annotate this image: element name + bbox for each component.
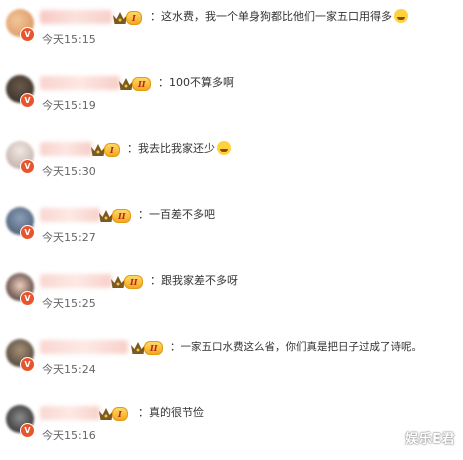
- comment-item: V II ：100不算多啊 今天15:19: [0, 66, 463, 130]
- comment-item: V II ：一百差不多吧 今天15:27: [0, 198, 463, 262]
- username-blurred[interactable]: [40, 10, 112, 24]
- comment-text: ：一百差不多吧: [138, 208, 215, 221]
- laugh-cry-emoji-icon: [394, 9, 408, 23]
- user-level-badge: I: [98, 405, 128, 422]
- comment-item: V I ：真的很节俭 今天15:16: [0, 396, 463, 460]
- username-blurred[interactable]: [40, 76, 120, 90]
- comment-time: 今天15:15: [42, 33, 96, 46]
- username-blurred[interactable]: [40, 274, 112, 288]
- level-label: I: [104, 142, 120, 157]
- level-label: II: [144, 340, 164, 355]
- user-level-badge: II: [118, 75, 152, 92]
- username-blurred[interactable]: [40, 340, 128, 354]
- comment-time: 今天15:16: [42, 429, 96, 442]
- verified-badge-icon: V: [20, 27, 35, 42]
- level-label: II: [124, 274, 144, 289]
- comment-item: V II ：跟我家差不多呀 今天15:25: [0, 264, 463, 328]
- comment-text: ：真的很节俭: [138, 406, 204, 419]
- username-blurred[interactable]: [40, 406, 100, 420]
- comment-time: 今天15:27: [42, 231, 96, 244]
- user-level-badge: I: [90, 141, 120, 158]
- level-label: II: [112, 208, 132, 223]
- level-label: I: [126, 10, 142, 25]
- verified-badge-icon: V: [20, 159, 35, 174]
- username-blurred[interactable]: [40, 208, 100, 222]
- verified-badge-icon: V: [20, 357, 35, 372]
- comment-item: V I ：这水费，我一个单身狗都比他们一家五口用得多 今天15:15: [0, 0, 463, 64]
- user-level-badge: II: [98, 207, 132, 224]
- user-level-badge: II: [110, 273, 144, 290]
- comment-time: 今天15:25: [42, 297, 96, 310]
- comment-text: ：我去比我家还少: [127, 141, 231, 157]
- user-level-badge: I: [112, 9, 142, 26]
- level-label: II: [132, 76, 152, 91]
- verified-badge-icon: V: [20, 93, 35, 108]
- comment-text: ：100不算多啊: [158, 76, 234, 89]
- comment-text: ：一家五口水费这么省，你们真是把日子过成了诗呢。: [170, 341, 422, 353]
- comment-text: ：跟我家差不多呀: [150, 274, 238, 287]
- comment-item: V I ：我去比我家还少 今天15:30: [0, 132, 463, 196]
- comment-time: 今天15:24: [42, 363, 96, 376]
- crying-emoji-icon: [217, 141, 231, 155]
- comment-item: V II ：一家五口水费这么省，你们真是把日子过成了诗呢。 今天15:24: [0, 330, 463, 394]
- verified-badge-icon: V: [20, 225, 35, 240]
- level-label: I: [112, 406, 128, 421]
- verified-badge-icon: V: [20, 291, 35, 306]
- comment-time: 今天15:30: [42, 165, 96, 178]
- comment-text: ：这水费，我一个单身狗都比他们一家五口用得多: [150, 9, 408, 25]
- watermark-text: 娱乐E君: [405, 432, 455, 447]
- user-level-badge: II: [130, 339, 164, 356]
- verified-badge-icon: V: [20, 423, 35, 438]
- comment-time: 今天15:19: [42, 99, 96, 112]
- username-blurred[interactable]: [40, 142, 92, 156]
